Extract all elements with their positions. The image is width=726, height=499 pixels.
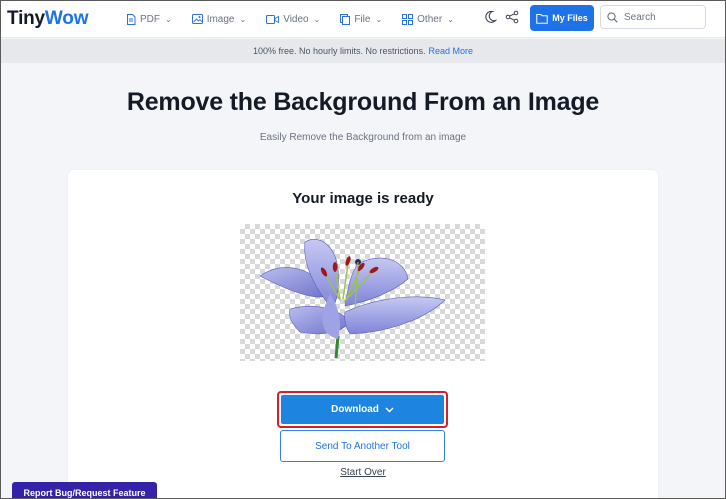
logo-text-wow: Wow (44, 8, 89, 29)
share-icon[interactable] (505, 10, 519, 24)
image-icon (191, 14, 203, 24)
my-files-label: My Files (552, 13, 588, 23)
my-files-button[interactable]: My Files (530, 5, 594, 31)
chevron-down-icon: ⌄ (375, 14, 383, 24)
search-icon (607, 11, 618, 23)
chevron-down-icon: ⌄ (447, 14, 454, 24)
page-subtitle: Easily Remove the Background from an ima… (259, 132, 467, 143)
nav-label-pdf: PDF (140, 13, 160, 25)
promo-banner: 100% free. No hourly limits. No restrict… (0, 39, 726, 63)
chevron-down-icon: ⌄ (239, 14, 247, 24)
page-title: Remove the Background From an Image (126, 88, 600, 116)
search-box[interactable] (600, 5, 706, 29)
nav-label-file: File (354, 13, 371, 25)
start-over-link[interactable]: Start Over (68, 467, 658, 478)
nav-label-video: Video (283, 13, 309, 25)
nav-item-image[interactable]: Image ⌄ (191, 13, 247, 25)
download-highlight: Download (277, 391, 448, 428)
result-card: Your image is ready Download Send To Ano… (68, 170, 658, 499)
nav-item-video[interactable]: Video ⌄ (266, 14, 320, 25)
video-icon (266, 14, 280, 24)
result-title: Your image is ready (292, 190, 434, 207)
download-label: Download (331, 404, 379, 415)
nav-label-other: Other (417, 13, 443, 25)
search-input[interactable] (624, 11, 694, 23)
banner-text: 100% free. No hourly limits. No restrict… (252, 46, 426, 56)
chevron-down-icon: ⌄ (165, 14, 172, 24)
top-navbar: TinyWow PDF ⌄ Image ⌄ Video ⌄ File ⌄ Oth… (0, 0, 726, 38)
file-icon (340, 13, 351, 25)
image-preview (240, 224, 485, 361)
moon-icon[interactable] (483, 10, 497, 24)
folder-icon (536, 13, 548, 24)
nav-label-image: Image (206, 13, 235, 25)
nav-item-file[interactable]: File ⌄ (340, 13, 383, 25)
report-bug-button[interactable]: Report Bug/Request Feature (12, 482, 157, 499)
pdf-icon (127, 13, 136, 25)
download-button[interactable]: Download (281, 395, 444, 424)
nav-item-pdf[interactable]: PDF ⌄ (126, 13, 172, 25)
flower-image (259, 239, 446, 359)
chevron-down-icon (385, 407, 394, 412)
chevron-down-icon: ⌄ (313, 14, 321, 24)
tinywow-logo[interactable]: TinyWow (7, 8, 88, 30)
logo-text-tiny: Tiny (7, 8, 45, 29)
read-more-link[interactable]: Read More (429, 46, 474, 56)
nav-item-other[interactable]: Other ⌄ (402, 13, 454, 25)
grid-icon (402, 13, 414, 25)
nav-menu: PDF ⌄ Image ⌄ Video ⌄ File ⌄ Other ⌄ (126, 0, 474, 38)
send-to-another-tool-button[interactable]: Send To Another Tool (280, 430, 445, 462)
